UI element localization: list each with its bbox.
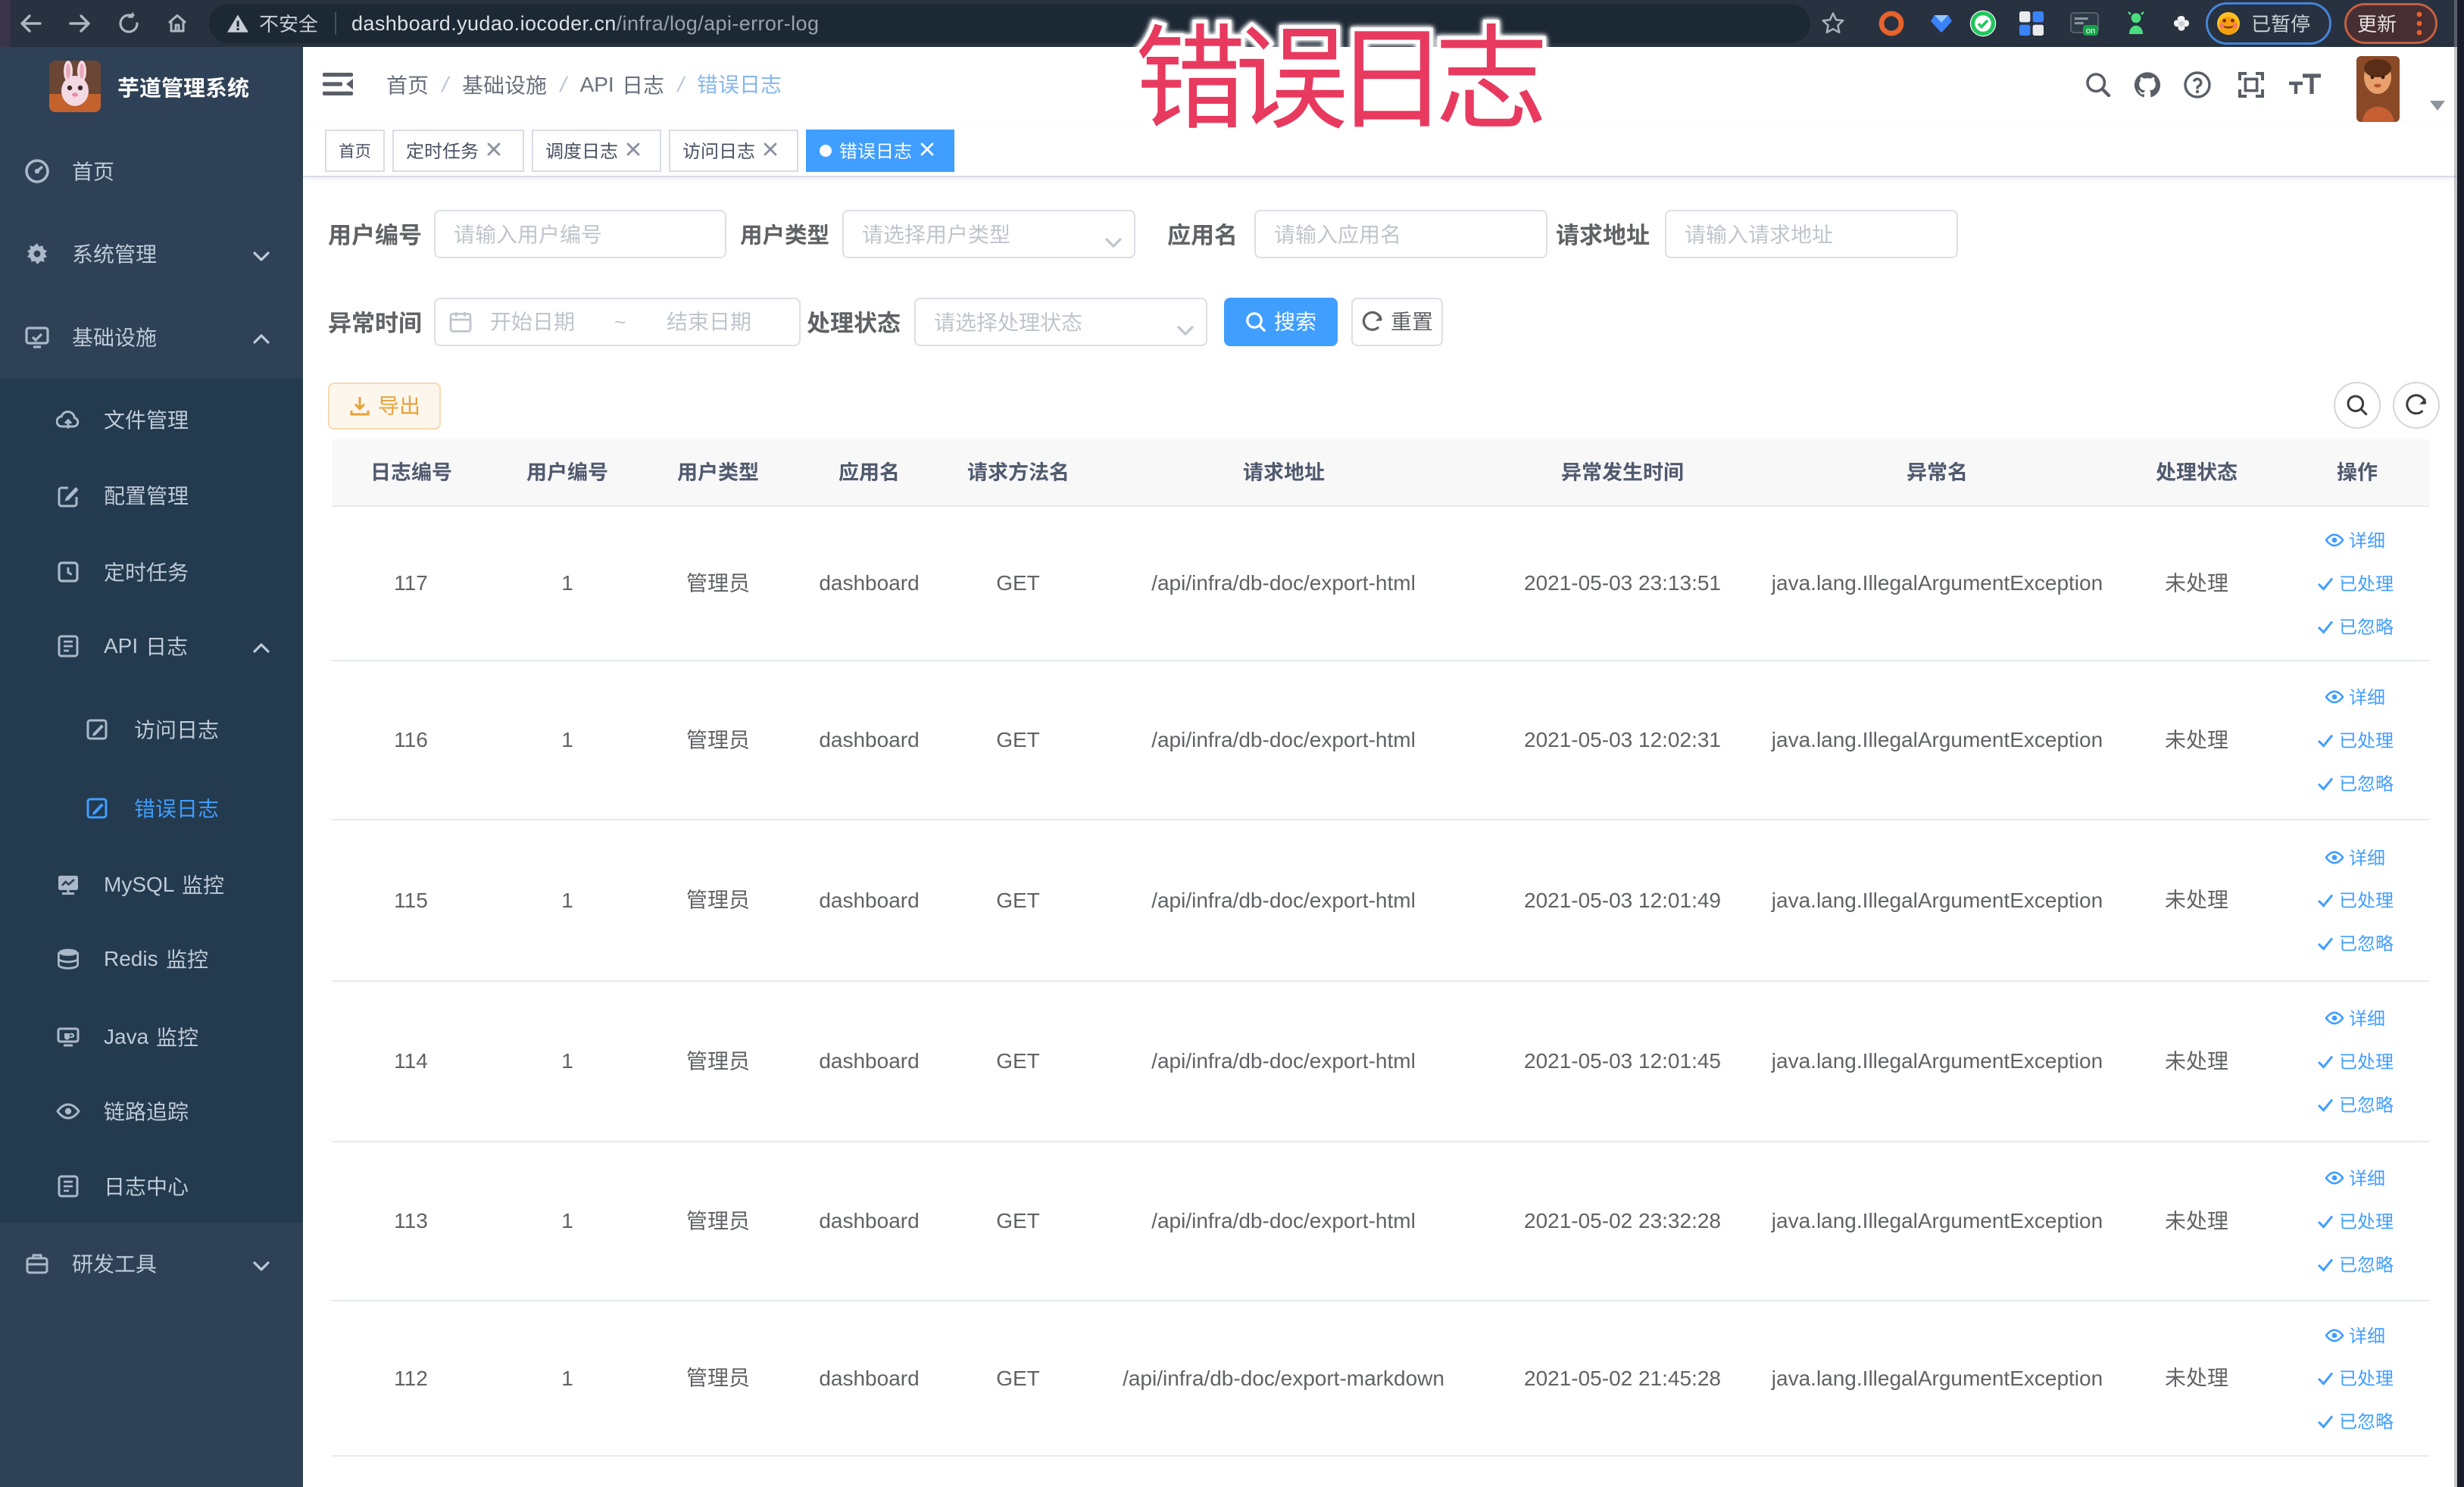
svg-text:on: on bbox=[2086, 27, 2095, 36]
